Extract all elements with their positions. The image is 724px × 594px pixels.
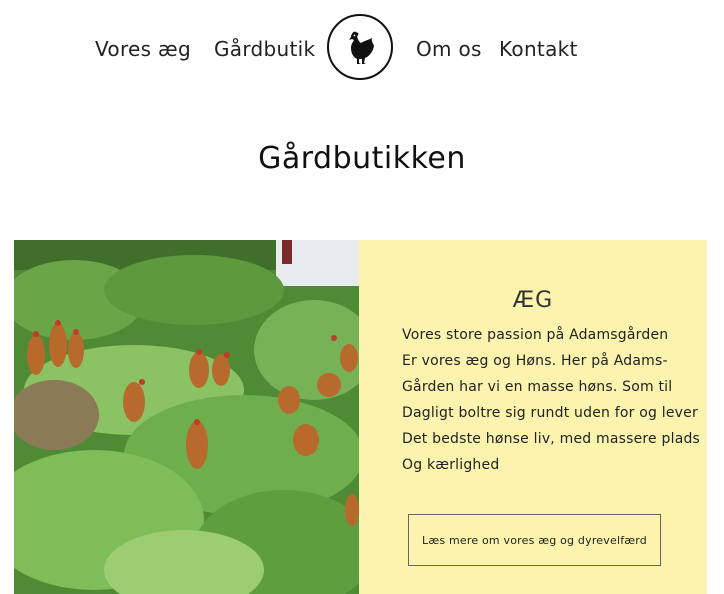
description-line: Er vores æg og Høns. Her på Adams- [402,353,668,369]
description-line: Gården har vi en masse høns. Som til [402,379,673,395]
description-line: Og kærlighed [402,457,500,473]
description-line: Dagligt boltre sig rundt uden for og lev… [402,405,698,421]
description-line: Det bedste hønse liv, med massere plads [402,431,701,447]
nav-link-kontakt[interactable]: Kontakt [499,37,578,61]
page-title: Gårdbutikken [258,141,466,176]
logo[interactable] [327,14,393,80]
feature-description: Vores store passion på Adamsgården Er vo… [402,322,702,478]
eggs-feature-panel: ÆG Vores store passion på Adamsgården Er… [359,240,707,594]
feature-title: ÆG [512,288,554,313]
nav-link-vores-aeg[interactable]: Vores æg [95,37,191,61]
description-line: Vores store passion på Adamsgården [402,327,669,343]
chickens-in-field-photo [14,240,359,594]
nav-link-gaardbutik[interactable]: Gårdbutik [214,37,315,61]
chicken-icon [349,31,374,64]
read-more-button[interactable]: Læs mere om vores æg og dyrevelfærd [408,514,661,566]
main-nav: Vores æg Gårdbutik Om os Kontakt [0,0,724,100]
chickens-photo [14,240,359,594]
nav-link-om-os[interactable]: Om os [416,37,482,61]
